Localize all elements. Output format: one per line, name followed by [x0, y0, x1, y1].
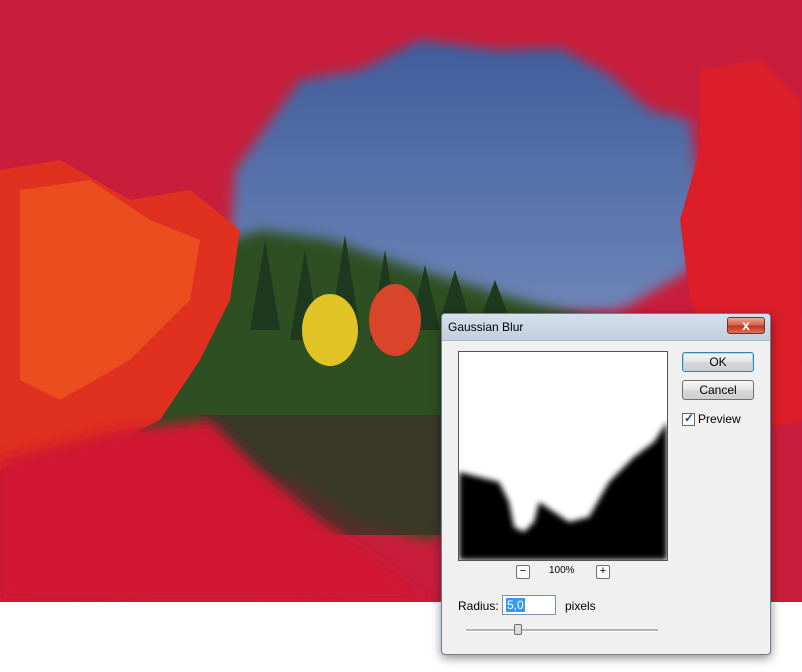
close-icon: x [742, 317, 750, 333]
cancel-button[interactable]: Cancel [682, 380, 754, 400]
zoom-level: 100% [549, 565, 575, 576]
preview-image [459, 352, 667, 560]
radius-slider-track[interactable] [466, 629, 658, 632]
dialog-titlebar[interactable]: Gaussian Blur x [442, 314, 770, 341]
preview-label: Preview [698, 412, 741, 426]
gaussian-blur-dialog: Gaussian Blur x OK Cancel ✓ Preview − 10… [441, 313, 771, 655]
checkmark-icon: ✓ [684, 411, 695, 425]
close-button[interactable]: x [727, 317, 765, 334]
zoom-controls: − 100% + [516, 565, 612, 581]
blur-preview-pane[interactable] [458, 351, 668, 561]
dialog-title: Gaussian Blur [448, 320, 524, 334]
radius-slider-thumb[interactable] [513, 624, 522, 635]
zoom-out-button[interactable]: − [516, 565, 530, 579]
zoom-in-button[interactable]: + [596, 565, 610, 579]
radius-label: Radius: [458, 599, 499, 613]
preview-checkbox[interactable]: ✓ [682, 411, 695, 426]
radius-value: 5,0 [506, 598, 525, 612]
radius-unit: pixels [565, 599, 596, 613]
ok-button[interactable]: OK [682, 352, 754, 372]
radius-input[interactable]: 5,0 [502, 595, 556, 615]
